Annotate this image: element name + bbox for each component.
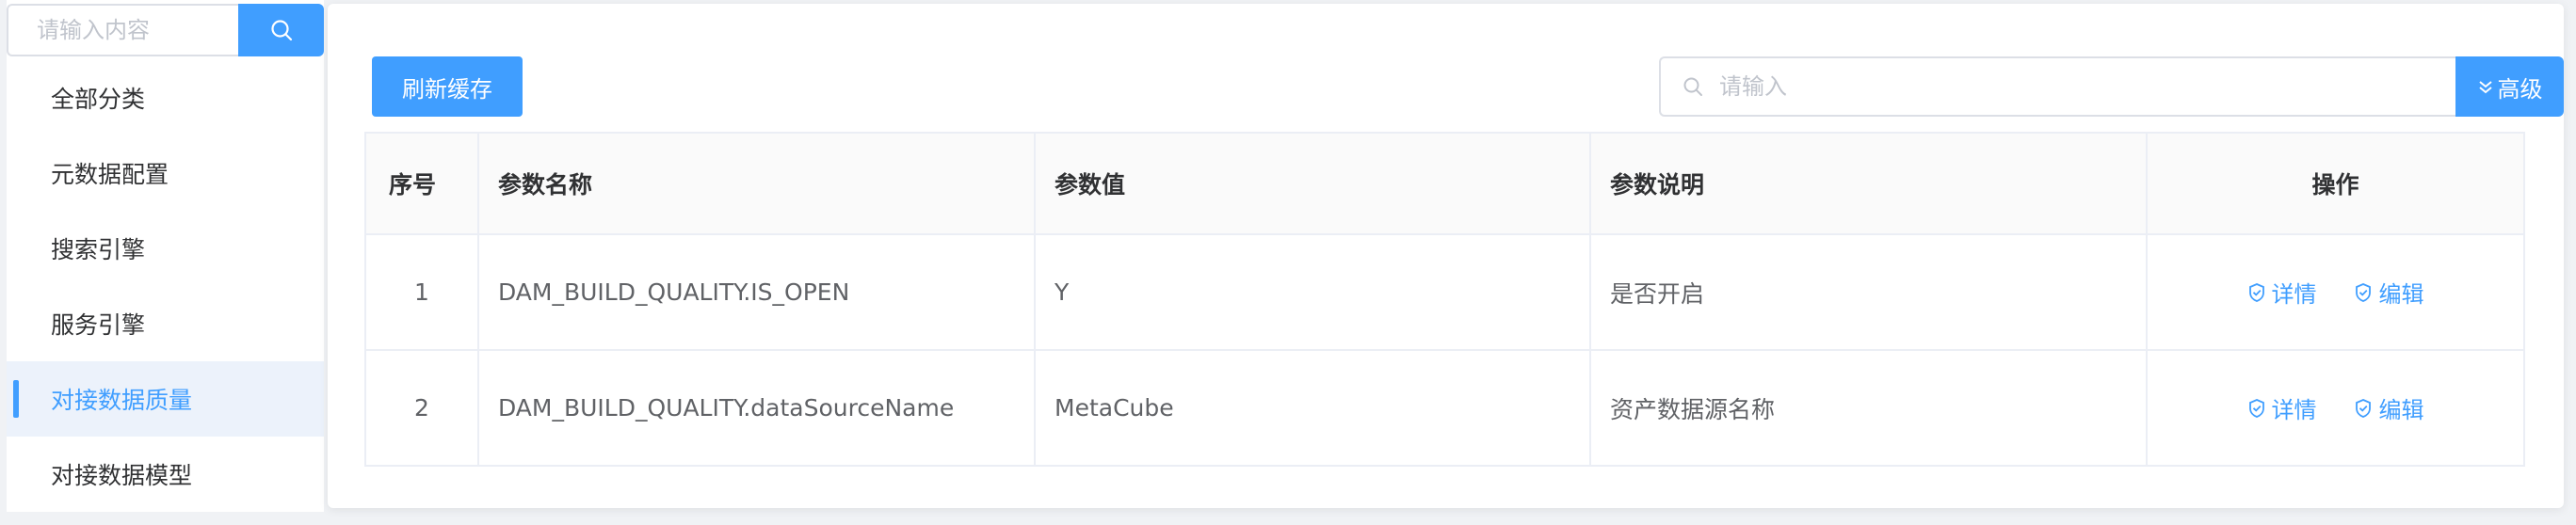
main-panel: 刷新缓存 高级 [328, 4, 2564, 508]
cell-name: DAM_BUILD_QUALITY.IS_OPEN [477, 233, 1036, 351]
search-icon [1683, 77, 1702, 96]
sidebar-search-input[interactable] [7, 4, 238, 56]
column-header-name: 参数名称 [477, 132, 1036, 235]
edit-link[interactable]: 编辑 [2354, 276, 2423, 309]
cell-actions: 详情 编辑 [2146, 233, 2525, 351]
table-row: 1 DAM_BUILD_QUALITY.IS_OPEN Y 是否开启 详情 编辑 [364, 233, 2525, 351]
sidebar-search [7, 4, 324, 56]
column-header-value: 参数值 [1034, 132, 1591, 235]
params-table: 序号 参数名称 参数值 参数说明 操作 1 DAM_BUILD_QUALITY.… [364, 132, 2525, 467]
cell-index: 1 [364, 233, 479, 351]
sidebar-search-button[interactable] [238, 4, 324, 56]
shield-check-icon [2248, 282, 2264, 302]
table-search: 高级 [1659, 56, 2564, 117]
sidebar-item-label: 对接数据模型 [51, 462, 193, 489]
sidebar-item-search-engine[interactable]: 搜索引擎 [7, 211, 324, 286]
detail-label: 详情 [2271, 397, 2317, 423]
column-header-desc: 参数说明 [1589, 132, 2148, 235]
sidebar-item-metadata-config[interactable]: 元数据配置 [7, 135, 324, 211]
column-header-index: 序号 [364, 132, 479, 235]
sidebar-item-label: 搜索引擎 [51, 236, 146, 263]
cell-index: 2 [364, 349, 479, 467]
detail-link[interactable]: 详情 [2247, 391, 2317, 424]
advanced-label: 高级 [2497, 75, 2543, 103]
sidebar-menu: 全部分类 元数据配置 搜索引擎 服务引擎 对接数据质量 对接数据模型 [7, 60, 324, 512]
detail-label: 详情 [2271, 281, 2317, 308]
toolbar: 刷新缓存 高级 [372, 56, 2564, 117]
sidebar-item-data-quality[interactable]: 对接数据质量 [7, 361, 324, 437]
shield-check-icon [2356, 398, 2372, 418]
cell-actions: 详情 编辑 [2146, 349, 2525, 467]
chevron-double-down-icon [2478, 81, 2492, 94]
edit-label: 编辑 [2378, 397, 2424, 423]
edit-label: 编辑 [2378, 281, 2424, 308]
sidebar-item-label: 全部分类 [51, 86, 146, 113]
table-header-row: 序号 参数名称 参数值 参数说明 操作 [364, 132, 2525, 235]
sidebar-item-all-categories[interactable]: 全部分类 [7, 60, 324, 135]
search-input[interactable] [1661, 58, 2455, 115]
sidebar-item-label: 对接数据质量 [51, 387, 193, 414]
cell-value: MetaCube [1034, 349, 1591, 467]
shield-check-icon [2248, 398, 2264, 418]
sidebar-item-label: 元数据配置 [51, 161, 169, 188]
table-row: 2 DAM_BUILD_QUALITY.dataSourceName MetaC… [364, 349, 2525, 467]
cell-name: DAM_BUILD_QUALITY.dataSourceName [477, 349, 1036, 467]
search-box [1659, 56, 2455, 117]
column-header-actions: 操作 [2146, 132, 2525, 235]
sidebar-item-label: 服务引擎 [51, 311, 146, 339]
cell-value: Y [1034, 233, 1591, 351]
cell-desc: 是否开启 [1589, 233, 2148, 351]
sidebar-item-service-engine[interactable]: 服务引擎 [7, 286, 324, 361]
search-icon [270, 20, 292, 41]
shield-check-icon [2356, 282, 2372, 302]
sidebar: 全部分类 元数据配置 搜索引擎 服务引擎 对接数据质量 对接数据模型 [7, 0, 324, 512]
advanced-search-button[interactable]: 高级 [2455, 56, 2564, 117]
detail-link[interactable]: 详情 [2247, 276, 2317, 309]
sidebar-item-data-model[interactable]: 对接数据模型 [7, 437, 324, 512]
cell-desc: 资产数据源名称 [1589, 349, 2148, 467]
edit-link[interactable]: 编辑 [2354, 391, 2423, 424]
refresh-cache-button[interactable]: 刷新缓存 [372, 56, 523, 117]
